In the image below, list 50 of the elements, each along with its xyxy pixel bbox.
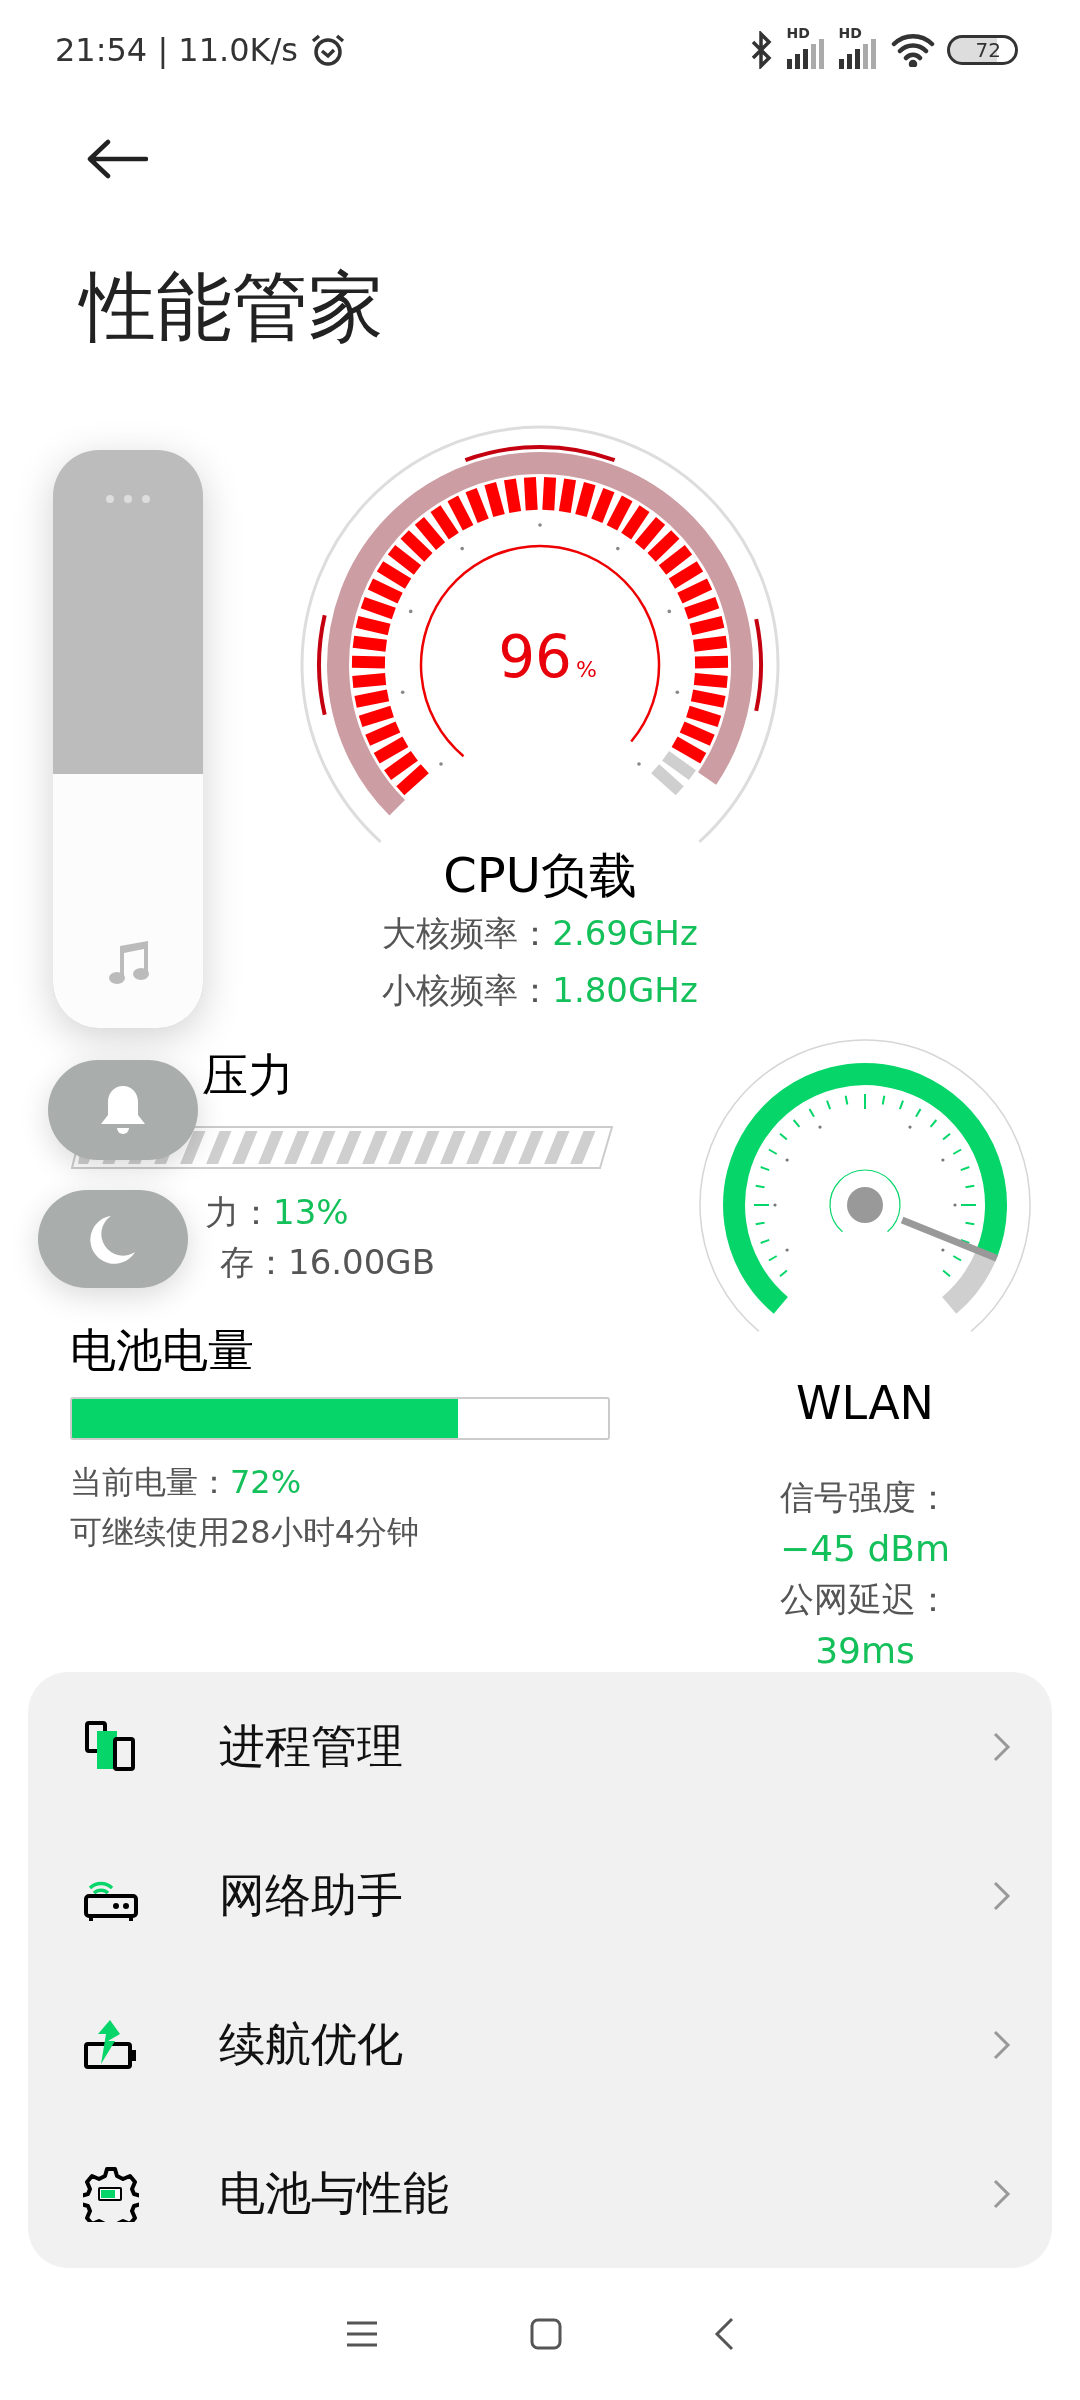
bell-icon — [99, 1084, 147, 1136]
wifi-icon — [890, 33, 935, 67]
stat-label: 小核频率： — [382, 969, 553, 1012]
stat-text: 可继续使用28小时4分钟 — [70, 1512, 420, 1553]
load-value: 96 — [498, 623, 572, 691]
needle-hub — [847, 1187, 883, 1223]
stat-value: 13% — [273, 1191, 349, 1234]
stat-value: −45 dBm — [779, 1527, 950, 1571]
stat-value: 39ms — [815, 1629, 915, 1673]
status-text: 21:54 | 11.0K/s — [55, 31, 299, 69]
stat-value: 16.00GB — [288, 1241, 435, 1284]
home-button[interactable] — [529, 2317, 563, 2351]
volume-slider[interactable] — [53, 450, 203, 1028]
alarm-icon — [310, 32, 347, 68]
idle-ticks — [651, 750, 696, 796]
section-title: 压力 — [202, 1047, 294, 1104]
page-title: 性能管家 — [80, 261, 385, 353]
network-type-label: HD — [838, 25, 862, 41]
battery-indicator: 72 — [946, 35, 1018, 65]
stat-label: 当前电量： — [70, 1462, 230, 1503]
stat-label: 力： — [205, 1191, 273, 1234]
menu-button[interactable] — [345, 2319, 379, 2349]
load-unit: % — [576, 657, 597, 682]
section-title: 电池电量 — [70, 1322, 254, 1379]
chevron-icon — [992, 1730, 1012, 1763]
stat-label: 信号强度： — [780, 1476, 950, 1519]
menu-item[interactable]: 进程管理 — [28, 1672, 1052, 1821]
gear-battery-icon — [83, 2165, 139, 2222]
signal-icon — [786, 39, 827, 69]
back-button[interactable] — [713, 2316, 735, 2352]
stat-label: 大核频率： — [382, 912, 553, 955]
stat-label: 存： — [220, 1241, 288, 1284]
more-icon — [105, 494, 151, 504]
hub-ring — [829, 1169, 901, 1233]
music-note-icon — [108, 940, 150, 986]
signal-icon — [838, 39, 879, 69]
menu-item[interactable]: 续航优化 — [28, 1970, 1052, 2119]
stat-label: 公网延迟： — [780, 1578, 950, 1621]
chevron-icon — [992, 1879, 1012, 1912]
gauge-title: WLAN — [795, 1375, 934, 1432]
moon-icon — [89, 1214, 137, 1264]
stat-value: 72% — [230, 1462, 302, 1503]
chevron-icon — [992, 2177, 1012, 2210]
stat-value: 1.80GHz — [552, 969, 698, 1012]
menu-item[interactable]: 电池与性能 — [28, 2119, 1052, 2268]
stat-value: 2.69GHz — [552, 912, 698, 955]
menu-item[interactable]: 网络助手 — [28, 1821, 1052, 1970]
gauge-title: CPU负载 — [443, 846, 637, 905]
network-type-label: HD — [786, 25, 810, 41]
chevron-icon — [992, 2028, 1012, 2061]
